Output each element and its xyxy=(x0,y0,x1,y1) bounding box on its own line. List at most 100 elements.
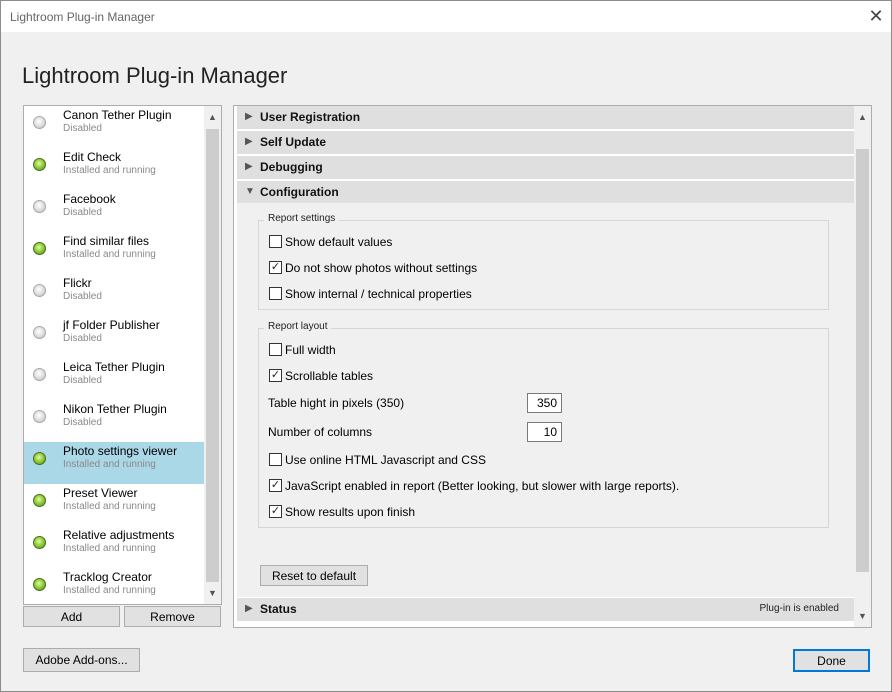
checkbox-label: Show default values xyxy=(285,235,393,249)
checkbox-box xyxy=(269,235,282,248)
checkbox-label: Show results upon finish xyxy=(285,505,416,519)
plugin-status: Installed and running xyxy=(63,543,156,554)
checkbox-box xyxy=(269,343,282,356)
report-settings-label: Report settings xyxy=(264,213,340,224)
section-user-registration[interactable]: ▶ User Registration xyxy=(237,106,854,129)
plugin-status: Disabled xyxy=(63,207,102,218)
plugin-item-photo-settings-viewer[interactable]: Photo settings viewer Installed and runn… xyxy=(24,442,204,484)
plugin-item-leica-tether[interactable]: Leica Tether Plugin Disabled xyxy=(24,358,204,400)
check-icon: ✓ xyxy=(269,369,282,382)
plugin-name: Preset Viewer xyxy=(63,486,138,500)
check-icon: ✓ xyxy=(269,261,282,274)
plugin-name: Facebook xyxy=(63,192,116,206)
checkbox-label: Show internal / technical properties xyxy=(285,287,472,301)
plugin-list-scrollbar[interactable]: ▲ ▼ xyxy=(204,106,221,604)
checkbox-box xyxy=(269,453,282,466)
plugin-item-nikon-tether[interactable]: Nikon Tether Plugin Disabled xyxy=(24,400,204,442)
section-title: Status xyxy=(260,602,297,616)
plugin-item-flickr[interactable]: Flickr Disabled xyxy=(24,274,204,316)
scroll-thumb[interactable] xyxy=(856,149,869,572)
plugin-name: Nikon Tether Plugin xyxy=(63,402,167,416)
status-disabled-icon xyxy=(33,116,46,129)
checkbox-label: Full width xyxy=(285,343,336,357)
section-title: Debugging xyxy=(260,160,323,174)
status-disabled-icon xyxy=(33,326,46,339)
checkbox-label: Scrollable tables xyxy=(285,369,374,383)
reset-to-default-button[interactable]: Reset to default xyxy=(260,565,368,586)
plugin-manager-window: Lightroom Plug-in Manager ✕ Lightroom Pl… xyxy=(0,0,892,692)
plugin-status: Installed and running xyxy=(63,165,156,176)
status-running-icon xyxy=(33,452,46,465)
remove-plugin-button[interactable]: Remove xyxy=(124,606,221,627)
plugin-name: Flickr xyxy=(63,276,92,290)
status-running-icon xyxy=(33,242,46,255)
expanded-triangle-icon: ▼ xyxy=(245,186,255,197)
plugin-item-relative-adjustments[interactable]: Relative adjustments Installed and runni… xyxy=(24,526,204,568)
plugin-name: jf Folder Publisher xyxy=(63,318,160,332)
checkbox-label: Use online HTML Javascript and CSS xyxy=(285,453,486,467)
section-configuration[interactable]: ▼ Configuration xyxy=(237,181,854,204)
section-self-update[interactable]: ▶ Self Update xyxy=(237,131,854,154)
table-height-label: Table hight in pixels (350) xyxy=(268,396,405,410)
plugin-name: Canon Tether Plugin xyxy=(63,108,172,122)
collapsed-triangle-icon: ▶ xyxy=(245,136,253,147)
columns-input[interactable]: 10 xyxy=(527,422,562,442)
collapsed-triangle-icon: ▶ xyxy=(245,161,253,172)
plugin-item-preset-viewer[interactable]: Preset Viewer Installed and running xyxy=(24,484,204,526)
check-icon: ✓ xyxy=(269,505,282,518)
status-disabled-icon xyxy=(33,368,46,381)
add-plugin-button[interactable]: Add xyxy=(23,606,120,627)
section-title: User Registration xyxy=(260,110,361,124)
section-status[interactable]: ▶ Status Plug-in is enabled xyxy=(237,598,854,621)
title-bar: Lightroom Plug-in Manager ✕ xyxy=(1,1,891,32)
plugin-status: Disabled xyxy=(63,417,102,428)
status-running-icon xyxy=(33,536,46,549)
columns-label: Number of columns xyxy=(268,425,373,439)
section-debugging[interactable]: ▶ Debugging xyxy=(237,156,854,179)
plugin-item-jf-folder-publisher[interactable]: jf Folder Publisher Disabled xyxy=(24,316,204,358)
plugin-status: Installed and running xyxy=(63,249,156,260)
status-disabled-icon xyxy=(33,200,46,213)
plugin-status: Installed and running xyxy=(63,501,156,512)
scroll-up-icon[interactable]: ▲ xyxy=(204,109,221,126)
configuration-content: Report settings Show default values ✓ Do… xyxy=(237,203,854,597)
plugin-status: Disabled xyxy=(63,375,102,386)
plugin-name: Relative adjustments xyxy=(63,528,175,542)
status-running-icon xyxy=(33,494,46,507)
plugin-status: Disabled xyxy=(63,333,102,344)
status-disabled-icon xyxy=(33,284,46,297)
check-icon: ✓ xyxy=(269,479,282,492)
plugin-item-facebook[interactable]: Facebook Disabled xyxy=(24,190,204,232)
scroll-down-icon[interactable]: ▼ xyxy=(854,608,871,625)
plugin-status: Disabled xyxy=(63,123,102,134)
status-running-icon xyxy=(33,578,46,591)
plugin-name: Edit Check xyxy=(63,150,122,164)
scroll-up-icon[interactable]: ▲ xyxy=(854,109,871,126)
plugin-settings-panel: ▶ User Registration ▶ Self Update ▶ Debu… xyxy=(233,105,872,628)
report-layout-label: Report layout xyxy=(264,321,332,332)
plugin-name: Tracklog Creator xyxy=(63,570,152,584)
close-icon[interactable]: ✕ xyxy=(863,4,889,28)
status-running-icon xyxy=(33,158,46,171)
status-disabled-icon xyxy=(33,410,46,423)
settings-panel-scrollbar[interactable]: ▲ ▼ xyxy=(854,106,871,627)
page-title: Lightroom Plug-in Manager xyxy=(22,63,288,88)
checkbox-box xyxy=(269,287,282,300)
collapsed-triangle-icon: ▶ xyxy=(245,111,253,122)
section-title: Configuration xyxy=(260,185,339,199)
plugin-name: Photo settings viewer xyxy=(63,444,178,458)
plugin-item-tracklog-creator[interactable]: Tracklog Creator Installed and running xyxy=(24,568,204,604)
scroll-down-icon[interactable]: ▼ xyxy=(204,585,221,602)
table-height-input[interactable]: 350 xyxy=(527,393,562,413)
plugin-status: Disabled xyxy=(63,291,102,302)
plugin-item-find-similar-files[interactable]: Find similar files Installed and running xyxy=(24,232,204,274)
plugin-item-canon-tether[interactable]: Canon Tether Plugin Disabled xyxy=(24,106,204,148)
done-button[interactable]: Done xyxy=(793,649,870,672)
checkbox-label: Do not show photos without settings xyxy=(285,261,478,275)
plugin-enabled-status: Plug-in is enabled xyxy=(759,603,840,614)
section-title: Self Update xyxy=(260,135,327,149)
plugin-status: Installed and running xyxy=(63,459,156,470)
plugin-item-edit-check[interactable]: Edit Check Installed and running xyxy=(24,148,204,190)
adobe-add-ons-button[interactable]: Adobe Add-ons... xyxy=(23,648,140,672)
scroll-thumb[interactable] xyxy=(206,129,219,582)
